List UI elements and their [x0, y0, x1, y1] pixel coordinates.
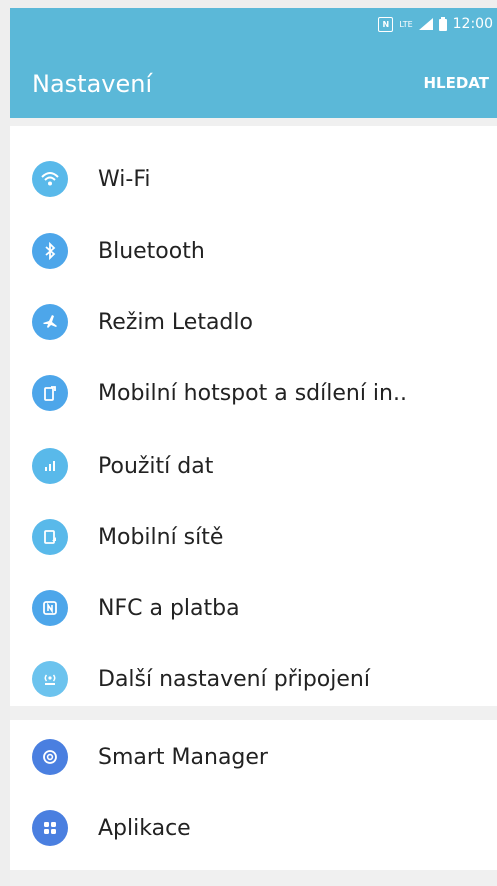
nfc-icon: [32, 590, 68, 626]
status-bar: N LTE 12:00: [378, 16, 493, 32]
settings-item-label: Bluetooth: [98, 238, 205, 264]
signal-icon: [418, 18, 433, 30]
settings-item-label: Další nastavení připojení: [98, 666, 370, 692]
settings-item-label: Použití dat: [98, 453, 214, 479]
settings-item-airplane-mode[interactable]: Režim Letadlo: [10, 286, 497, 358]
nfc-status-icon: N: [378, 16, 394, 32]
status-time: 12:00: [452, 16, 493, 32]
settings-item-hotspot[interactable]: Mobilní hotspot a sdílení in..: [10, 357, 497, 429]
smart-manager-icon: [32, 739, 68, 775]
data-usage-icon: [32, 448, 68, 484]
settings-item-smart-manager[interactable]: Smart Manager: [10, 721, 497, 793]
settings-item-mobile-networks[interactable]: Mobilní sítě: [10, 501, 497, 573]
settings-item-bluetooth[interactable]: Bluetooth: [10, 215, 497, 287]
device-section: Smart Manager Aplikace: [10, 720, 497, 870]
settings-item-wifi[interactable]: Wi-Fi: [10, 143, 497, 215]
settings-item-apps[interactable]: Aplikace: [10, 792, 497, 864]
settings-item-label: Mobilní hotspot a sdílení in..: [98, 380, 407, 406]
settings-item-label: NFC a platba: [98, 595, 240, 621]
settings-item-label: Smart Manager: [98, 744, 268, 770]
hotspot-icon: [32, 375, 68, 411]
connections-section: Wi-Fi Bluetooth Režim Letadlo Mobilní ho…: [10, 126, 497, 706]
apps-icon: [32, 810, 68, 846]
page-title: Nastavení: [32, 70, 153, 98]
settings-item-nfc[interactable]: NFC a platba: [10, 572, 497, 644]
settings-item-label: Režim Letadlo: [98, 309, 253, 335]
battery-icon: [438, 17, 447, 31]
airplane-icon: [32, 304, 68, 340]
bluetooth-icon: [32, 233, 68, 269]
more-connections-icon: [32, 661, 68, 697]
wifi-icon: [32, 161, 68, 197]
network-type: LTE: [399, 19, 413, 29]
app-bar: N LTE 12:00 Nastavení HLEDAT: [10, 8, 497, 118]
settings-screen: N LTE 12:00 Nastavení HLEDAT Wi-Fi Bluet…: [10, 8, 497, 886]
settings-item-data-usage[interactable]: Použití dat: [10, 430, 497, 502]
search-button[interactable]: HLEDAT: [424, 74, 490, 92]
mobile-networks-icon: [32, 519, 68, 555]
settings-item-more-connections[interactable]: Další nastavení připojení: [10, 643, 497, 715]
settings-item-label: Mobilní sítě: [98, 524, 224, 550]
settings-item-label: Aplikace: [98, 815, 191, 841]
settings-item-label: Wi-Fi: [98, 166, 151, 192]
